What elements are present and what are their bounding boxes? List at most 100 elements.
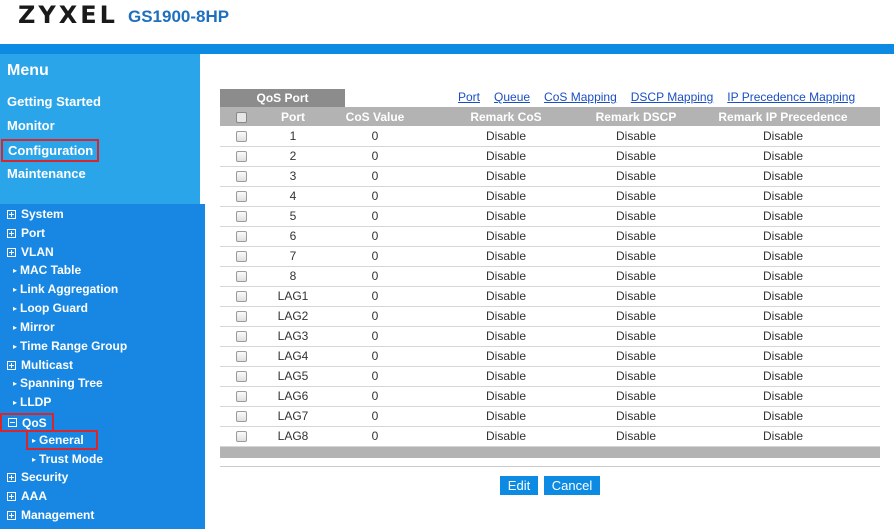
column-header-remark-cos: Remark CoS — [470, 109, 542, 124]
tree-item-trust-mode[interactable]: ▸ Trust Mode — [32, 452, 103, 466]
row-checkbox[interactable] — [235, 411, 247, 423]
tree-item-spanning-tree[interactable]: ▸ Spanning Tree — [13, 376, 103, 390]
port-cell: LAG6 — [277, 389, 309, 403]
remark-ip-precedence-cell: Disable — [762, 369, 804, 383]
row-checkbox[interactable] — [235, 271, 247, 283]
remark-cos-cell: Disable — [485, 249, 527, 263]
tree-item-mac-table[interactable]: ▸ MAC Table — [13, 263, 81, 277]
table-row: LAG7 0 Disable Disable Disable — [220, 406, 880, 426]
menu-item-maintenance[interactable]: Maintenance — [7, 166, 86, 181]
remark-cos-cell: Disable — [485, 429, 527, 443]
row-checkbox[interactable] — [235, 311, 247, 323]
row-checkbox[interactable] — [235, 251, 247, 263]
link-queue[interactable]: Queue — [494, 90, 530, 104]
remark-dscp-cell: Disable — [615, 289, 657, 303]
remark-ip-precedence-cell: Disable — [762, 209, 804, 223]
port-cell: LAG5 — [277, 369, 309, 383]
port-cell: 4 — [289, 189, 297, 203]
tree-item-security[interactable]: Security — [7, 470, 68, 484]
menu-item-getting-started[interactable]: Getting Started — [7, 94, 101, 109]
remark-dscp-cell: Disable — [615, 409, 657, 423]
remark-dscp-cell: Disable — [615, 369, 657, 383]
menu-item-configuration[interactable]: Configuration — [1, 139, 99, 162]
expand-icon[interactable] — [7, 510, 16, 520]
tree-item-loop-guard[interactable]: ▸ Loop Guard — [13, 301, 88, 315]
column-header-remark-dscp: Remark DSCP — [595, 109, 677, 124]
table-header-row: Port CoS Value Remark CoS Remark DSCP Re… — [220, 107, 880, 126]
remark-cos-cell: Disable — [485, 349, 527, 363]
tree-item-port[interactable]: Port — [7, 226, 45, 240]
table-footer-bar — [220, 447, 880, 458]
tree-item-management[interactable]: Management — [7, 508, 94, 522]
remark-cos-cell: Disable — [485, 128, 527, 143]
select-all-checkbox[interactable] — [235, 111, 247, 123]
tree-item-lldp[interactable]: ▸ LLDP — [13, 395, 51, 409]
tree-item-multicast[interactable]: Multicast — [7, 358, 73, 372]
sub-nav-links: Port Queue CoS Mapping DSCP Mapping IP P… — [458, 90, 855, 104]
row-checkbox-cell — [220, 406, 262, 426]
remark-cos-cell: Disable — [485, 149, 527, 163]
menu-panel: Menu Getting Started Monitor Configurati… — [0, 54, 200, 204]
arrow-icon: ▸ — [13, 284, 18, 294]
remark-cos-cell: Disable — [485, 309, 527, 323]
table-row: LAG8 0 Disable Disable Disable — [220, 426, 880, 446]
link-port[interactable]: Port — [458, 90, 480, 104]
row-checkbox[interactable] — [235, 171, 247, 183]
expand-icon[interactable] — [7, 472, 16, 482]
port-cell: LAG3 — [277, 329, 309, 343]
row-checkbox[interactable] — [235, 331, 247, 343]
tree-item-vlan[interactable]: VLAN — [7, 245, 54, 259]
tree-item-general[interactable]: ▸ General — [26, 430, 98, 450]
expand-icon[interactable] — [7, 360, 16, 370]
tree-item-system[interactable]: System — [7, 207, 64, 221]
row-checkbox[interactable] — [235, 351, 247, 363]
row-checkbox[interactable] — [235, 151, 247, 163]
remark-cos-cell: Disable — [485, 369, 527, 383]
expand-icon[interactable] — [7, 209, 16, 219]
table-row: LAG1 0 Disable Disable Disable — [220, 286, 880, 306]
column-header-cos-value: CoS Value — [345, 109, 405, 124]
tab-qos-port[interactable]: QoS Port — [220, 89, 345, 107]
expand-icon[interactable] — [7, 247, 16, 257]
arrow-icon: ▸ — [13, 378, 18, 388]
expand-icon[interactable] — [7, 491, 16, 501]
row-checkbox[interactable] — [235, 291, 247, 303]
cos-value-cell: 0 — [371, 269, 379, 283]
remark-cos-cell: Disable — [485, 409, 527, 423]
tree-item-aaa[interactable]: AAA — [7, 489, 47, 503]
remark-cos-cell: Disable — [485, 209, 527, 223]
table-row: 6 0 Disable Disable Disable — [220, 226, 880, 246]
row-checkbox[interactable] — [235, 191, 247, 203]
select-all-cell — [220, 107, 262, 126]
row-checkbox[interactable] — [235, 371, 247, 383]
tree-item-mirror[interactable]: ▸ Mirror — [13, 320, 55, 334]
remark-dscp-cell: Disable — [615, 269, 657, 283]
tree-item-time-range-group[interactable]: ▸ Time Range Group — [13, 339, 127, 353]
table-row: LAG5 0 Disable Disable Disable — [220, 366, 880, 386]
cos-value-cell: 0 — [371, 249, 379, 263]
remark-cos-cell: Disable — [485, 269, 527, 283]
row-checkbox[interactable] — [235, 391, 247, 403]
row-checkbox[interactable] — [235, 211, 247, 223]
cos-value-cell: 0 — [371, 429, 379, 443]
link-dscp-mapping[interactable]: DSCP Mapping — [631, 90, 714, 104]
port-cell: LAG7 — [277, 409, 309, 423]
remark-ip-precedence-cell: Disable — [762, 309, 804, 323]
row-checkbox[interactable] — [235, 131, 247, 143]
remark-dscp-cell: Disable — [615, 169, 657, 183]
link-ip-precedence-mapping[interactable]: IP Precedence Mapping — [727, 90, 855, 104]
menu-item-monitor[interactable]: Monitor — [7, 118, 55, 133]
tree-label: General — [39, 433, 84, 447]
row-checkbox[interactable] — [235, 431, 247, 443]
row-checkbox[interactable] — [235, 231, 247, 243]
link-cos-mapping[interactable]: CoS Mapping — [544, 90, 617, 104]
cancel-button[interactable]: Cancel — [544, 476, 600, 495]
edit-button[interactable]: Edit — [500, 476, 538, 495]
column-header-remark-ip-precedence: Remark IP Precedence — [718, 109, 848, 124]
tree-item-link-aggregation[interactable]: ▸ Link Aggregation — [13, 282, 118, 296]
collapse-icon[interactable] — [8, 418, 17, 427]
table-row: 1 0 Disable Disable Disable — [220, 126, 880, 146]
cos-value-cell: 0 — [371, 369, 379, 383]
tree-label: VLAN — [21, 245, 54, 259]
expand-icon[interactable] — [7, 228, 16, 238]
